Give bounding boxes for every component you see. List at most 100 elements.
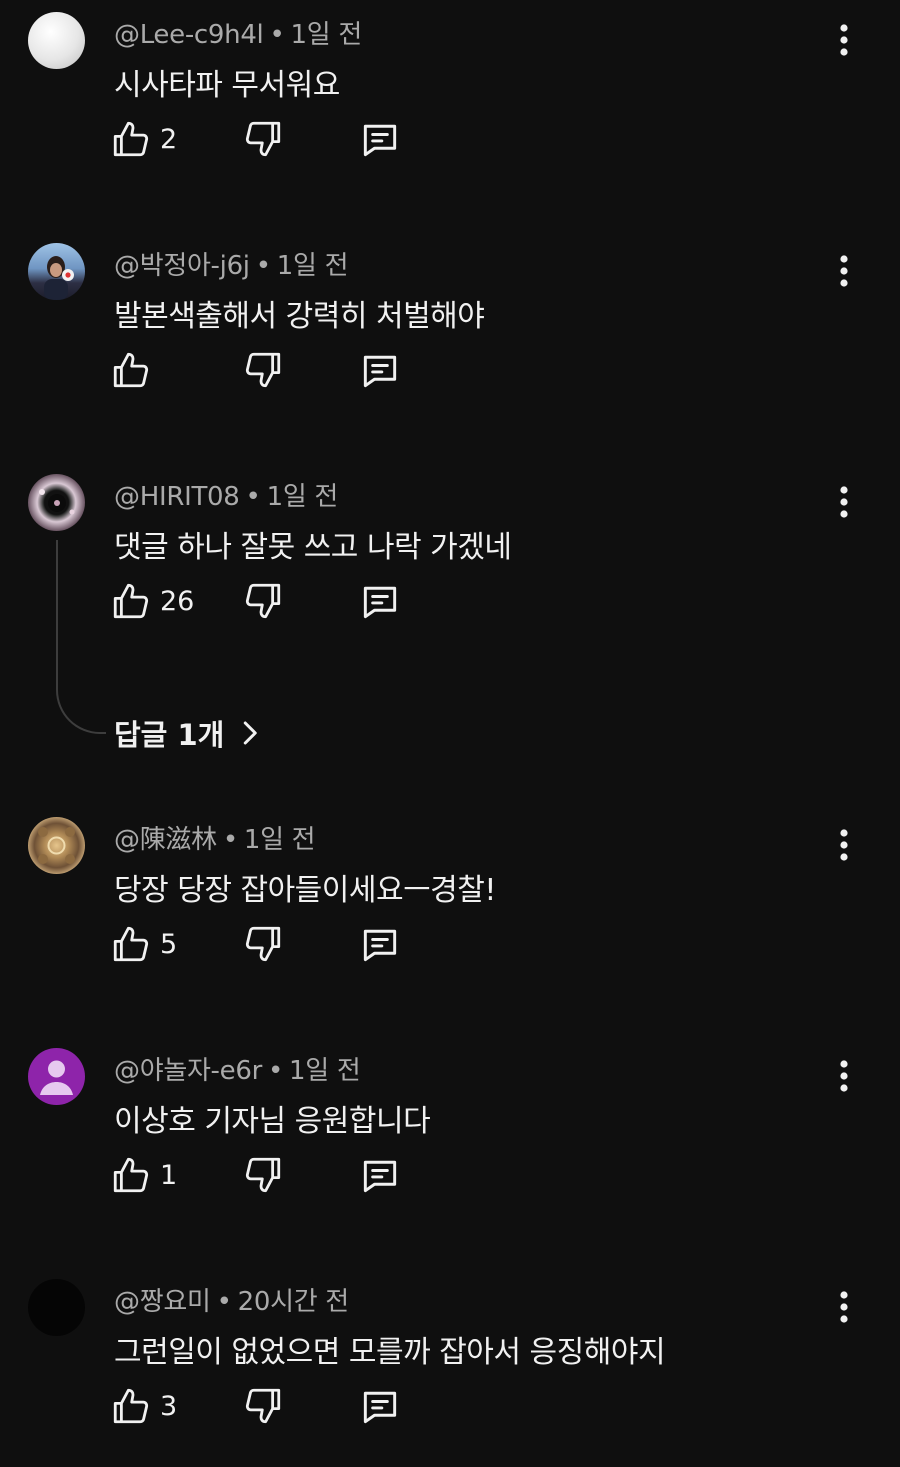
- kebab-menu-icon: [840, 1291, 848, 1323]
- avatar[interactable]: [28, 12, 85, 69]
- avatar-photo: [38, 827, 75, 864]
- more-options-button[interactable]: [826, 1285, 862, 1329]
- meta-separator: •: [267, 1056, 284, 1086]
- like-count: 26: [160, 585, 195, 617]
- thumb-down-icon: [245, 1157, 281, 1193]
- reply-button[interactable]: [358, 118, 402, 166]
- reply-bubble-icon: [363, 1160, 397, 1193]
- dislike-button[interactable]: [242, 580, 284, 626]
- comment-actions: [110, 349, 430, 401]
- reply-button[interactable]: [358, 1385, 402, 1433]
- more-options-button[interactable]: [826, 18, 862, 62]
- avatar[interactable]: [28, 243, 85, 300]
- avatar[interactable]: [28, 1279, 85, 1336]
- comment-actions: 2: [110, 118, 430, 170]
- comment-time: 1일 전: [289, 1056, 361, 1086]
- dislike-button[interactable]: [242, 1385, 284, 1431]
- comment-text: 시사타파 무서워요: [114, 68, 340, 103]
- comment-text: 이상호 기자님 응원합니다: [114, 1104, 431, 1139]
- kebab-menu-icon: [840, 255, 848, 287]
- avatar[interactable]: [28, 817, 85, 874]
- like-count: 3: [160, 1390, 178, 1422]
- dislike-button[interactable]: [242, 1154, 284, 1200]
- comment-text: 댓글 하나 잘못 쓰고 나락 가겠네: [114, 530, 512, 565]
- comment-meta: @HIRIT08 • 1일 전: [114, 476, 338, 513]
- comment-actions: 1: [110, 1154, 430, 1206]
- like-button[interactable]: 5: [110, 923, 177, 965]
- thumb-up-icon: [113, 1388, 149, 1424]
- reply-bubble-icon: [363, 355, 397, 388]
- more-options-button[interactable]: [826, 823, 862, 867]
- thumb-down-icon: [245, 583, 281, 619]
- more-options-button[interactable]: [826, 1054, 862, 1098]
- comment-author[interactable]: @陳滋林: [114, 825, 217, 855]
- comment-author[interactable]: @박정아-j6j: [114, 251, 250, 281]
- avatar-photo: [44, 256, 74, 300]
- comment-actions: 3: [110, 1385, 430, 1437]
- comment-item: @陳滋林 • 1일 전 당장 당장 잡아들이세요ㅡ경찰! 5: [0, 805, 900, 1005]
- comment-meta: @Lee-c9h4l • 1일 전: [114, 14, 362, 51]
- meta-separator: •: [269, 20, 285, 50]
- thumb-down-icon: [245, 926, 281, 962]
- kebab-menu-icon: [840, 1060, 848, 1092]
- comment-meta: @야놀자-e6r • 1일 전: [114, 1050, 361, 1087]
- thumb-down-icon: [245, 1388, 281, 1424]
- dislike-button[interactable]: [242, 923, 284, 969]
- like-button[interactable]: 2: [110, 118, 177, 160]
- thumb-down-icon: [245, 352, 281, 388]
- comment-meta: @陳滋林 • 1일 전: [114, 819, 316, 856]
- chevron-right-icon: [244, 721, 258, 745]
- avatar[interactable]: [28, 474, 85, 531]
- reply-button[interactable]: [358, 349, 402, 397]
- comment-item: @야놀자-e6r • 1일 전 이상호 기자님 응원합니다 1: [0, 1036, 900, 1236]
- reply-bubble-icon: [363, 586, 397, 619]
- comment-actions: 26: [110, 580, 430, 632]
- comment-item: @짱요미 • 20시간 전 그런일이 없었으면 모를까 잡아서 응징해야지 3: [0, 1267, 900, 1467]
- comment-time: 1일 전: [243, 825, 316, 855]
- meta-separator: •: [255, 251, 271, 281]
- reply-button[interactable]: [358, 923, 402, 971]
- thumb-up-icon: [113, 352, 149, 388]
- comment-text: 발본색출해서 강력히 처벌해야: [114, 299, 485, 334]
- comment-author[interactable]: @짱요미: [114, 1287, 211, 1317]
- thumb-up-icon: [113, 926, 149, 962]
- comment-actions: 5: [110, 923, 430, 975]
- comment-item: @HIRIT08 • 1일 전 댓글 하나 잘못 쓰고 나락 가겠네 26: [0, 462, 900, 662]
- avatar[interactable]: [28, 1048, 85, 1105]
- avatar-photo: [39, 489, 75, 515]
- comment-time: 20시간 전: [237, 1287, 350, 1317]
- kebab-menu-icon: [840, 829, 848, 861]
- comment-author[interactable]: @야놀자-e6r: [114, 1056, 262, 1086]
- default-person-icon: [40, 1060, 73, 1095]
- thumb-up-icon: [113, 1157, 149, 1193]
- like-count: 1: [160, 1159, 178, 1191]
- view-replies-button[interactable]: 답글 1개: [114, 712, 264, 754]
- like-button[interactable]: [110, 349, 160, 391]
- comment-item: @Lee-c9h4l • 1일 전 시사타파 무서워요 2: [0, 0, 900, 200]
- reply-button[interactable]: [358, 1154, 402, 1202]
- comment-meta: @박정아-j6j • 1일 전: [114, 245, 349, 282]
- kebab-menu-icon: [840, 486, 848, 518]
- dislike-button[interactable]: [242, 118, 284, 164]
- kebab-menu-icon: [840, 24, 848, 56]
- dislike-button[interactable]: [242, 349, 284, 395]
- comment-meta: @짱요미 • 20시간 전: [114, 1281, 349, 1318]
- meta-separator: •: [216, 1287, 232, 1317]
- comment-author[interactable]: @Lee-c9h4l: [114, 20, 264, 50]
- comment-text: 그런일이 없었으면 모를까 잡아서 응징해야지: [114, 1335, 666, 1370]
- reply-button[interactable]: [358, 580, 402, 628]
- like-count: 2: [160, 123, 178, 155]
- thumb-up-icon: [113, 583, 149, 619]
- comment-author[interactable]: @HIRIT08: [114, 482, 240, 512]
- replies-count-label: 답글 1개: [114, 718, 225, 752]
- more-options-button[interactable]: [826, 249, 862, 293]
- more-options-button[interactable]: [826, 480, 862, 524]
- comment-time: 1일 전: [290, 20, 363, 50]
- like-button[interactable]: 3: [110, 1385, 177, 1427]
- meta-separator: •: [222, 825, 238, 855]
- like-button[interactable]: 26: [110, 580, 194, 622]
- comment-item: @박정아-j6j • 1일 전 발본색출해서 강력히 처벌해야: [0, 231, 900, 431]
- like-button[interactable]: 1: [110, 1154, 177, 1196]
- comment-time: 1일 전: [266, 482, 339, 512]
- like-count: 5: [160, 928, 178, 960]
